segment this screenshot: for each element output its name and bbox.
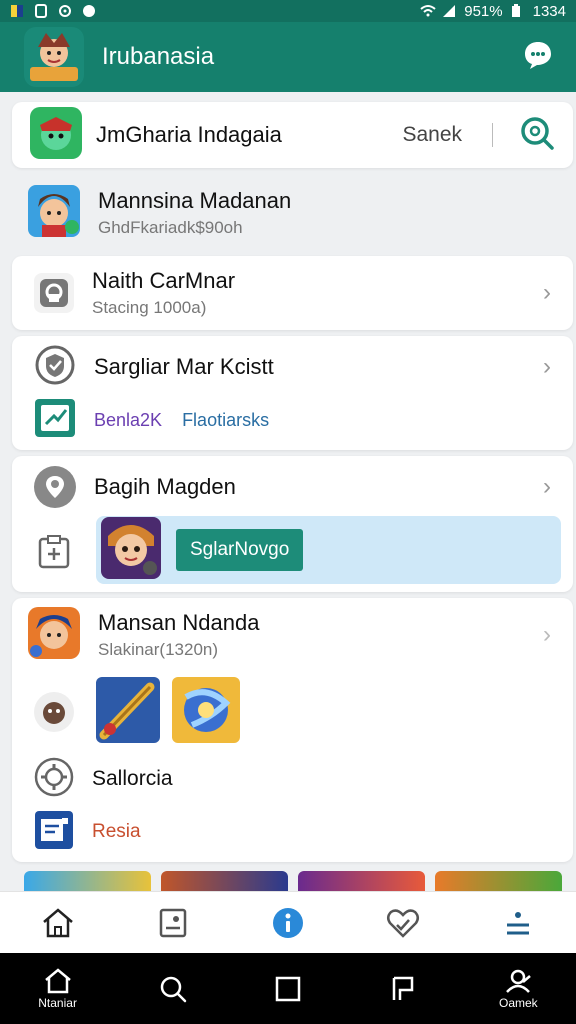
- tag-link-b[interactable]: Flaotiarsks: [182, 410, 269, 431]
- sys-account-label: Oamek: [499, 995, 538, 1010]
- tag-link-a[interactable]: Benla2K: [94, 410, 162, 431]
- signal-icon: [442, 4, 456, 18]
- chevron-right-icon: ›: [543, 473, 551, 500]
- edit-document-icon: [34, 398, 76, 443]
- menu-icon[interactable]: [498, 903, 538, 943]
- hero-avatar-icon: [28, 606, 80, 664]
- creature-icon: [34, 692, 74, 732]
- sys-account-button[interactable]: Oamek: [483, 968, 553, 1010]
- banner-button[interactable]: SglarNovgo: [176, 529, 304, 571]
- list-item[interactable]: Naith CarMnar Stacing 1000a) ›: [12, 256, 573, 330]
- messenger-icon: [82, 4, 96, 18]
- search-icon[interactable]: [519, 115, 555, 156]
- profile-row[interactable]: Mannsina Madanan GhdFkariadk$90oh: [12, 172, 573, 254]
- battery-percent: 951%: [464, 2, 503, 20]
- sys-flag-button[interactable]: [368, 974, 438, 1004]
- extra-label-b[interactable]: Resia: [92, 821, 141, 843]
- profile-subtitle: GhdFkariadk$90oh: [98, 218, 243, 237]
- strip-thumbnail[interactable]: [298, 871, 425, 891]
- notification-icon: [34, 4, 48, 18]
- item-title: Naith CarMnar: [92, 268, 236, 293]
- chat-button[interactable]: [518, 37, 558, 77]
- item-title: Mansan Ndanda: [98, 610, 260, 635]
- chevron-right-icon: ›: [543, 353, 551, 380]
- item-subtitle: Slakinar(1320n): [98, 640, 219, 659]
- profile-name: Mannsina Madanan: [98, 188, 292, 213]
- list-item[interactable]: Bagih Magden › SglarNovgo: [12, 456, 573, 592]
- bottom-nav: [0, 891, 576, 953]
- sync-icon: [58, 4, 72, 18]
- item-title: Bagih Magden: [94, 474, 236, 499]
- app-logo-icon: [24, 27, 84, 87]
- spin-game-thumbnail[interactable]: [172, 676, 240, 748]
- battery-icon: [511, 4, 525, 18]
- system-nav-bar: Ntaniar Oamek: [0, 953, 576, 1024]
- promo-banner[interactable]: SglarNovgo: [96, 516, 561, 584]
- settings-gear-icon: [34, 757, 74, 802]
- profile-card-icon[interactable]: [153, 903, 193, 943]
- info-icon[interactable]: [268, 903, 308, 943]
- extra-label-a[interactable]: Sallorcia: [92, 767, 173, 791]
- divider: [492, 123, 493, 147]
- list-item[interactable]: Sargliar Mar Kcistt › Benla2K Flaotiarsk…: [12, 336, 573, 450]
- sys-home-button[interactable]: Ntaniar: [23, 967, 93, 1010]
- status-bar: 951% 1334: [0, 0, 576, 22]
- notes-icon: [34, 810, 74, 855]
- chat-bubble-icon: [522, 39, 554, 76]
- sys-home-label: Ntaniar: [38, 995, 77, 1010]
- clock: 1334: [532, 2, 566, 20]
- strip-thumbnail[interactable]: [24, 871, 151, 891]
- search-label[interactable]: Sanek: [402, 123, 462, 147]
- sys-search-button[interactable]: [138, 974, 208, 1004]
- clipboard-icon: [36, 534, 72, 575]
- strip-thumbnail[interactable]: [435, 871, 562, 891]
- app-title: Irubanasia: [102, 43, 215, 70]
- character-thumbnail: [100, 516, 162, 585]
- game-avatar-icon: [30, 106, 82, 164]
- game-strip: [24, 871, 562, 891]
- search-card-title: JmGharia Indagaia: [96, 122, 282, 147]
- list-item[interactable]: Mansan Ndanda Slakinar(1320n) › Sallorci…: [12, 598, 573, 862]
- chevron-right-icon: ›: [543, 621, 551, 648]
- wifi-icon: [420, 4, 436, 18]
- location-pin-icon: [34, 466, 76, 508]
- profile-avatar: [28, 184, 80, 242]
- home-icon[interactable]: [38, 903, 78, 943]
- strip-thumbnail[interactable]: [161, 871, 288, 891]
- item-title: Sargliar Mar Kcistt: [94, 354, 274, 379]
- app-bar: Irubanasia: [0, 22, 576, 92]
- lock-icon: [34, 273, 74, 313]
- flag-icon: [10, 4, 24, 18]
- sword-game-thumbnail[interactable]: [96, 676, 160, 748]
- favorites-icon[interactable]: [383, 903, 423, 943]
- shield-check-icon: [34, 344, 76, 391]
- search-card[interactable]: JmGharia Indagaia Sanek: [12, 102, 573, 168]
- chevron-right-icon: ›: [543, 279, 551, 306]
- sys-recents-button[interactable]: [253, 975, 323, 1003]
- item-subtitle: Stacing 1000a): [92, 298, 207, 317]
